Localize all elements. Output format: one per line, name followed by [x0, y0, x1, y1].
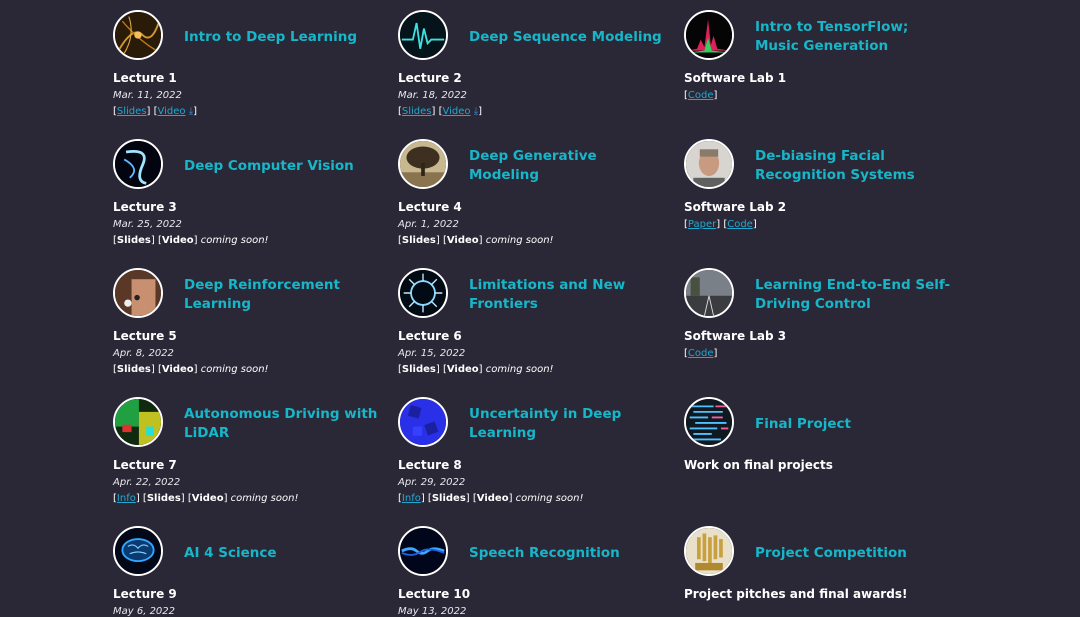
brain-icon [113, 526, 163, 576]
coming-soon-note: coming soon! [200, 364, 269, 375]
video-text: Video [446, 235, 479, 246]
resource-links: [Slides] [Video] coming soon! [113, 235, 269, 246]
video-text: Video [161, 235, 194, 246]
lecture-label: Lecture 6 [398, 329, 462, 343]
sound-wave-icon [398, 526, 448, 576]
resource-links: [Info] [Slides] [Video] coming soon! [113, 493, 299, 504]
lecture-label: Lecture 8 [398, 458, 462, 472]
video-link[interactable]: Video [443, 106, 471, 117]
lecture-label: Lecture 5 [113, 329, 177, 343]
go-board-icon [113, 268, 163, 318]
slides-text: Slides [401, 235, 436, 246]
lecture-date: Apr. 29, 2022 [398, 477, 466, 488]
resource-links: [Code] [684, 348, 718, 359]
coming-soon-note: coming soon! [515, 493, 584, 504]
lecture-date: Apr. 15, 2022 [398, 348, 466, 359]
slides-text: Slides [116, 235, 151, 246]
slides-text: Slides [116, 364, 151, 375]
trophy-icon [684, 526, 734, 576]
info-link[interactable]: Info [402, 493, 421, 504]
lecture-title[interactable]: Deep Sequence Modeling [469, 10, 669, 64]
resource-links: [Slides] [Video] coming soon! [398, 364, 554, 375]
code-link[interactable]: Code [688, 90, 714, 101]
lecture-label: Lecture 3 [113, 200, 177, 214]
code-link[interactable]: Code [727, 219, 753, 230]
coming-soon-note: coming soon! [200, 235, 269, 246]
burst-icon [398, 268, 448, 318]
lecture-date: Mar. 18, 2022 [398, 90, 467, 101]
lecture-label: Lecture 10 [398, 587, 471, 601]
lecture-title[interactable]: Uncertainty in Deep Learning [469, 397, 669, 451]
download-icon[interactable]: ⤓ [474, 106, 478, 117]
lecture-title[interactable]: Deep Generative Modeling [469, 139, 669, 193]
slides-link[interactable]: Slides [117, 106, 147, 117]
lecture-date: Mar. 25, 2022 [113, 219, 182, 230]
lecture-title[interactable]: Deep Computer Vision [184, 139, 384, 193]
lecture-title[interactable]: Intro to Deep Learning [184, 10, 384, 64]
video-text: Video [191, 493, 224, 504]
project-label: Project pitches and final awards! [684, 587, 908, 601]
slides-text: Slides [431, 493, 466, 504]
lecture-date: Apr. 8, 2022 [113, 348, 174, 359]
lab-label: Software Lab 1 [684, 71, 787, 85]
waveform-icon [398, 10, 448, 60]
lab-title[interactable]: Intro to TensorFlow; Music Generation [755, 10, 955, 64]
lecture-title[interactable]: Limitations and New Frontiers [469, 268, 669, 322]
lab-title[interactable]: De-biasing Facial Recognition Systems [755, 139, 955, 193]
tree-icon [398, 139, 448, 189]
spectrum-icon [684, 10, 734, 60]
video-text: Video [446, 364, 479, 375]
lecture-label: Lecture 7 [113, 458, 177, 472]
lecture-date: May 6, 2022 [113, 606, 176, 617]
resource-links: [Info] [Slides] [Video] coming soon! [398, 493, 584, 504]
download-icon[interactable]: ⤓ [189, 106, 193, 117]
coming-soon-note: coming soon! [485, 364, 554, 375]
lecture-date: Mar. 11, 2022 [113, 90, 182, 101]
road-icon [684, 268, 734, 318]
resource-links: [Slides] [Video ⤓] [398, 106, 483, 117]
lecture-date: Apr. 1, 2022 [398, 219, 459, 230]
video-text: Video [476, 493, 509, 504]
coming-soon-note: coming soon! [485, 235, 554, 246]
lecture-label: Lecture 1 [113, 71, 177, 85]
coming-soon-note: coming soon! [230, 493, 299, 504]
resource-links: [Slides] [Video ⤓] [113, 106, 198, 117]
lecture-label: Lecture 4 [398, 200, 462, 214]
lecture-label: Lecture 2 [398, 71, 462, 85]
lab-title[interactable]: Learning End-to-End Self-Driving Control [755, 268, 955, 322]
lecture-title[interactable]: AI 4 Science [184, 526, 384, 580]
lecture-title[interactable]: Speech Recognition [469, 526, 669, 580]
code-screen-icon [684, 397, 734, 447]
lab-label: Software Lab 3 [684, 329, 787, 343]
slides-link[interactable]: Slides [402, 106, 432, 117]
code-link[interactable]: Code [688, 348, 714, 359]
lidar-icon [113, 397, 163, 447]
info-link[interactable]: Info [117, 493, 136, 504]
project-title[interactable]: Project Competition [755, 526, 955, 580]
lecture-date: Apr. 22, 2022 [113, 477, 181, 488]
resource-links: [Slides] [Video] coming soon! [398, 235, 554, 246]
face-icon [684, 139, 734, 189]
lab-label: Software Lab 2 [684, 200, 787, 214]
dice-icon [398, 397, 448, 447]
lecture-title[interactable]: Autonomous Driving with LiDAR [184, 397, 384, 451]
lecture-date: May 13, 2022 [398, 606, 467, 617]
slides-text: Slides [401, 364, 436, 375]
lecture-label: Lecture 9 [113, 587, 177, 601]
lecture-title[interactable]: Deep Reinforcement Learning [184, 268, 384, 322]
video-link[interactable]: Video [158, 106, 186, 117]
neural-filaments-icon [113, 10, 163, 60]
resource-links: [Paper] [Code] [684, 219, 757, 230]
resource-links: [Code] [684, 90, 718, 101]
resource-links: [Slides] [Video] coming soon! [113, 364, 269, 375]
slides-text: Slides [146, 493, 181, 504]
project-label: Work on final projects [684, 458, 833, 472]
project-title[interactable]: Final Project [755, 397, 955, 451]
light-swirl-icon [113, 139, 163, 189]
paper-link[interactable]: Paper [688, 219, 716, 230]
video-text: Video [161, 364, 194, 375]
